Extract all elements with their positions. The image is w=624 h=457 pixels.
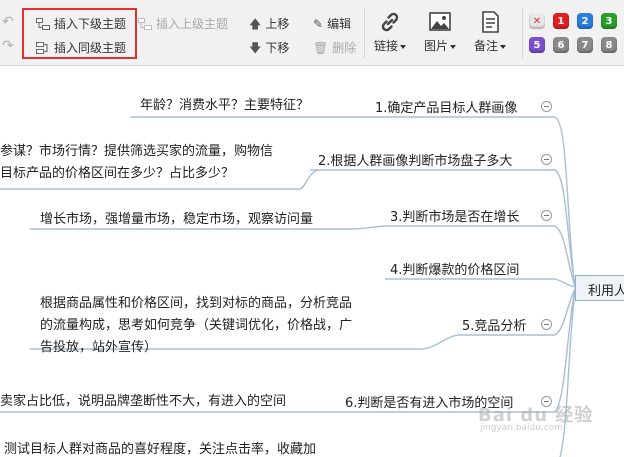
marker-5[interactable]: 5 [529,37,545,53]
collapse-toggle-icon[interactable] [541,101,552,112]
separator [364,8,365,58]
leaf-line: 卖家占比低，说明品牌垄断性不大，有进入的空间 [0,394,287,409]
note-label: 备注 [473,39,498,53]
marker-2[interactable]: 1 [553,13,569,29]
pencil-icon: ✎ [313,16,324,31]
trash-icon: 🗑 [313,40,329,55]
branch-topic-3[interactable]: 3.判断市场是否在增长 [390,206,519,225]
move-down-button[interactable]: 🡇 下移 [249,39,289,56]
leaf-topic-3[interactable]: 增长市场，强增量市场，稳定市场，观察访问量 [40,209,313,231]
insert-child-button[interactable]: 插入下级主题 [36,15,126,32]
move-down-label: 下移 [265,41,290,55]
mindmap-canvas: 1.确定产品目标人群画像 年龄？消费水平？主要特征？ 2.根据人群画像判断市场盘子多… [0,67,624,457]
root-topic[interactable]: 利用人 [575,275,624,301]
branch-topic-5[interactable]: 5.竞品分析 [462,315,526,334]
insert-child-icon [36,17,50,30]
collapse-toggle-icon[interactable] [541,319,552,330]
arrow-up-icon: 🡅 [249,16,262,31]
marker-1[interactable]: ✕ [529,13,545,29]
branch-topic-1[interactable]: 1.确定产品目标人群画像 [375,97,517,116]
insert-sibling-icon [36,41,48,54]
leaf-line: 增长市场，强增量市场，稳定市场，观察访问量 [40,212,314,227]
link-label: 链接 [373,39,398,53]
chevron-down-icon [400,44,406,49]
note-button[interactable]: 备注 [468,10,512,54]
chevron-down-icon [450,44,456,49]
leaf-line: 的流量构成，思考如何竞争（关键词优化，价格战，广 [40,318,353,333]
insert-parent-icon [138,17,152,30]
leaf-line: 根据商品属性和价格区间，找到对标的商品，分析竞品 [40,296,353,311]
insert-child-label: 插入下级主题 [54,17,127,31]
image-icon [429,12,451,31]
redo-icon[interactable]: ↷ [2,38,14,54]
link-button[interactable]: 链接 [368,10,412,54]
arrow-down-icon: 🡇 [249,40,262,55]
move-up-label: 上移 [265,17,290,31]
branch-topic-4[interactable]: 4.判断爆款的价格区间 [390,259,519,278]
note-icon [482,11,499,33]
marker-8[interactable]: 8 [601,37,617,53]
insert-sibling-button[interactable]: 插入同级主题 [36,39,126,56]
delete-label: 删除 [332,41,357,55]
leaf-line: 目标产品的价格区间在多少？占比多少？ [0,166,235,181]
marker-4[interactable]: 3 [601,13,617,29]
collapse-toggle-icon[interactable] [541,154,552,165]
branch-topic-2[interactable]: 2.根据人群画像判断市场盘子多大 [318,150,512,169]
chevron-down-icon [500,44,506,49]
edit-button[interactable]: ✎ 编辑 [313,15,351,32]
marker-3[interactable]: 2 [577,13,593,29]
insert-parent-button[interactable]: 插入上级主题 [138,15,228,32]
separator [522,8,523,58]
marker-6[interactable]: 6 [553,37,569,53]
image-button[interactable]: 图片 [418,10,462,54]
image-label: 图片 [423,39,448,53]
edit-label: 编辑 [327,17,352,31]
insert-sibling-label: 插入同级主题 [54,41,127,55]
toolbar: ↶ ↷ 插入下级主题 插入同级主题 插入上级主题 🡅 上移 🡇 下移 ✎ 编辑 … [0,0,624,66]
leaf-topic-7[interactable]: 测试目标人群对商品的喜好程度，关注点击率，收藏加 [4,439,316,457]
leaf-line: 测试目标人群对商品的喜好程度，关注点击率，收藏加 [4,442,317,457]
move-up-button[interactable]: 🡅 上移 [249,15,289,32]
leaf-topic-2[interactable]: 参谋？市场行情？提供筛选买家的流量，购物信 目标产品的价格区间在多少？占比多少？ [0,141,273,185]
leaf-line: 告投放，站外宣传） [40,340,158,355]
leaf-topic-6[interactable]: 卖家占比低，说明品牌垄断性不大，有进入的空间 [0,391,286,413]
leaf-topic-1[interactable]: 年龄？消费水平？主要特征？ [140,95,309,117]
undo-icon[interactable]: ↶ [2,14,14,30]
root-topic-label: 利用人 [588,284,624,299]
leaf-line: 年龄？消费水平？主要特征？ [140,98,310,113]
watermark-url: jingyan.baidu.com [480,423,564,433]
insert-parent-label: 插入上级主题 [156,17,229,31]
link-icon [381,12,399,32]
leaf-topic-5[interactable]: 根据商品属性和价格区间，找到对标的商品，分析竞品 的流量构成，思考如何竞争（关键词… [40,293,352,359]
leaf-line: 参谋？市场行情？提供筛选买家的流量，购物信 [0,144,274,159]
marker-7[interactable]: 7 [577,37,593,53]
delete-button[interactable]: 🗑 删除 [313,39,356,56]
collapse-toggle-icon[interactable] [541,210,552,221]
